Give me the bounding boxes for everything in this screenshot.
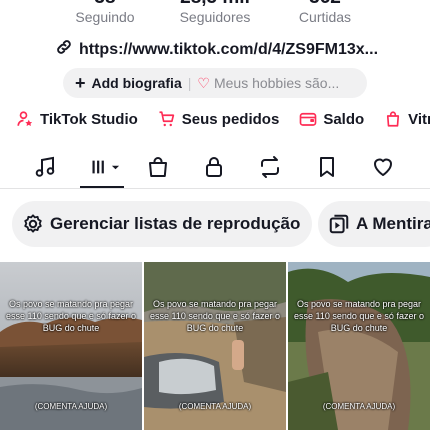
stat-following[interactable]: 38 Seguindo xyxy=(50,0,160,26)
tab-music[interactable] xyxy=(30,152,60,182)
video-footer-text: (COMENTA AJUDA) xyxy=(34,402,108,411)
music-icon xyxy=(35,156,55,177)
following-count: 38 xyxy=(50,0,160,8)
shortcut-orders[interactable]: Seus pedidos xyxy=(158,110,280,128)
tabs-divider xyxy=(0,188,430,189)
manage-playlists-label: Gerenciar listas de reprodução xyxy=(50,214,301,233)
playlist-icon xyxy=(329,214,349,234)
gear-icon xyxy=(24,214,42,233)
shortcut-tiktok-studio[interactable]: TikTok Studio xyxy=(16,110,138,128)
profile-stats: 38 Seguindo 28,5 mil Seguidores 362 Curt… xyxy=(0,0,430,30)
video-footer-text: (COMENTA AJUDA) xyxy=(322,402,396,411)
lock-icon xyxy=(206,157,222,177)
playlist-label: A Mentira xyxy=(356,214,430,233)
video-footer-text: (COMENTA AJUDA) xyxy=(178,402,252,411)
hobbies-placeholder[interactable]: Meus hobbies são... xyxy=(214,75,339,91)
cart-icon xyxy=(159,111,174,127)
video-grid: Os povo se matando pra pegar esse 110 se… xyxy=(0,262,430,430)
add-bio-button[interactable]: Add biografia xyxy=(92,75,182,91)
shortcut-showcase[interactable]: Vitri xyxy=(384,110,430,128)
tab-shop[interactable] xyxy=(143,152,173,182)
heart-icon xyxy=(374,158,392,176)
repost-icon xyxy=(261,156,279,178)
tab-reposts[interactable] xyxy=(255,152,285,182)
tab-videos[interactable] xyxy=(84,152,124,182)
chevron-down-icon xyxy=(111,165,119,169)
grid-icon xyxy=(91,160,104,174)
bio-divider: | xyxy=(187,75,192,91)
followers-count: 28,5 mil xyxy=(160,0,270,8)
person-star-icon xyxy=(17,111,33,127)
profile-link[interactable]: https://www.tiktok.com/d/4/ZS9FM13x... xyxy=(55,38,378,61)
video-thumbnail[interactable]: Os povo se matando pra pegar esse 110 se… xyxy=(144,262,286,430)
plus-icon: + xyxy=(75,72,86,93)
video-thumbnail[interactable]: Os povo se matando pra pegar esse 110 se… xyxy=(0,262,142,430)
bag-icon xyxy=(387,111,400,127)
bio-pill[interactable]: + Add biografia | ♡ Meus hobbies são... xyxy=(63,68,367,98)
shortcut-label: TikTok Studio xyxy=(40,110,138,128)
shortcut-label: Vitri xyxy=(408,110,430,128)
stat-likes[interactable]: 362 Curtidas xyxy=(270,0,380,26)
shortcuts-row: TikTok Studio Seus pedidos Saldo Vitri xyxy=(16,110,430,128)
manage-playlists-button[interactable]: Gerenciar listas de reprodução xyxy=(12,201,312,247)
shortcut-label: Saldo xyxy=(323,110,365,128)
playlist-a-mentira[interactable]: A Mentira xyxy=(318,201,430,247)
wallet-icon xyxy=(299,112,317,126)
video-thumbnail[interactable]: Os povo se matando pra pegar esse 110 se… xyxy=(288,262,430,430)
likes-label: Curtidas xyxy=(298,9,352,25)
link-icon xyxy=(55,38,73,61)
profile-link-text: https://www.tiktok.com/d/4/ZS9FM13x... xyxy=(79,40,379,58)
heart-outline-icon: ♡ xyxy=(197,74,210,91)
likes-count: 362 xyxy=(270,0,380,8)
profile-tabs xyxy=(0,148,430,188)
video-caption: Os povo se matando pra pegar esse 110 se… xyxy=(150,299,280,333)
followers-label: Seguidores xyxy=(179,9,251,25)
shortcut-label: Seus pedidos xyxy=(181,110,280,128)
tab-private[interactable] xyxy=(199,152,229,182)
shop-bag-icon xyxy=(149,157,167,177)
tab-saved[interactable] xyxy=(312,152,342,182)
following-label: Seguindo xyxy=(75,9,135,25)
tab-liked[interactable] xyxy=(368,152,398,182)
bookmark-icon xyxy=(320,157,334,177)
shortcut-balance[interactable]: Saldo xyxy=(299,110,364,128)
stat-followers[interactable]: 28,5 mil Seguidores xyxy=(160,0,270,26)
video-caption: Os povo se matando pra pegar esse 110 se… xyxy=(6,299,136,333)
video-caption: Os povo se matando pra pegar esse 110 se… xyxy=(294,299,424,333)
